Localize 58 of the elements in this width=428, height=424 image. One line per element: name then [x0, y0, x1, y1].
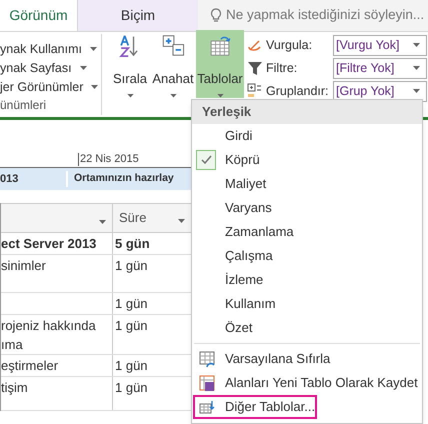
lightbulb-icon: [210, 8, 222, 23]
menu-item[interactable]: Köprü: [225, 150, 260, 170]
menu-item[interactable]: Varyans: [225, 198, 272, 218]
table-cell-text: 1 gün: [114, 257, 149, 275]
table-cell: tişim: [1, 377, 113, 410]
caret-icon: [126, 94, 134, 98]
caret-icon: [90, 47, 97, 52]
menu-item[interactable]: Girdi: [225, 126, 252, 146]
table-save-icon: [199, 374, 215, 392]
dropdown-field[interactable]: [Filtre Yok]: [333, 58, 427, 78]
field-label: Vurgula:: [266, 36, 314, 54]
menu-item[interactable]: Kullanım: [225, 294, 276, 314]
table-cell: sinimler: [1, 255, 113, 292]
menu-item[interactable]: Maliyet: [225, 174, 266, 194]
caret-icon: [413, 43, 420, 47]
menu-item[interactable]: Özet: [225, 318, 252, 338]
menu-item[interactable]: Zamanlama: [225, 222, 294, 242]
caret-icon: [91, 84, 98, 89]
group-icon: [247, 83, 263, 99]
table-cell: ect Server 2013: [1, 233, 113, 254]
filter-icon: [247, 60, 263, 76]
menu-header: Yerleşik: [192, 100, 422, 124]
timeline-date: 22 Nis 2015: [78, 153, 139, 166]
caret-icon: [413, 66, 420, 70]
table-cell: eştirmeler: [1, 355, 113, 376]
table-cell-text: 5 gün: [114, 235, 151, 253]
view-menu-item[interactable]: ynak Sayfası: [0, 58, 72, 78]
table-cell-text: 1 gün: [114, 357, 149, 375]
dropdown-field[interactable]: [Vurgu Yok]: [333, 34, 427, 56]
ribbon-tab[interactable]: Biçim: [78, 0, 198, 31]
table-cell-text: 1 gün: [114, 295, 149, 313]
view-menu-item[interactable]: ynak Kullanımı: [0, 40, 82, 59]
menu-item[interactable]: İzleme: [225, 270, 264, 290]
menu-item[interactable]: Varsayılana Sıfırla: [193, 347, 421, 371]
menu-item[interactable]: Alanları Yeni Tablo Olarak Kaydet: [193, 371, 421, 395]
table-reset-icon: [199, 350, 215, 368]
field-label: Filtre:: [266, 60, 298, 77]
search-field[interactable]: Ne yapmak istediğinizi söyleyin...: [226, 5, 424, 26]
sort-caret-icon: [178, 219, 185, 223]
timeline-text: Ortamınızın hazırlay: [66, 171, 174, 187]
caret-icon: [170, 94, 176, 98]
table-icon: [208, 34, 232, 57]
table-cell-text: 1 gün: [114, 317, 149, 335]
menu-item[interactable]: Diğer Tablolar...: [193, 395, 317, 419]
timeline-text: 013: [0, 172, 20, 187]
ribbon-button[interactable]: Sırala: [110, 30, 150, 98]
table-arrows-icon: [199, 398, 215, 416]
view-menu-item[interactable]: jer Görünümler: [0, 78, 84, 96]
group-label: ünümleri: [0, 97, 48, 114]
ribbon-button[interactable]: Tablolar: [196, 30, 244, 98]
caret-icon: [413, 89, 420, 93]
ribbon-button[interactable]: Anahat: [150, 30, 196, 98]
field-label: Gruplandır:: [266, 82, 330, 100]
table-cell-text: 1 gün: [114, 379, 149, 397]
sort-caret-icon: [99, 220, 106, 224]
ribbon-tab[interactable]: Görünüm: [0, 0, 78, 31]
menu-item[interactable]: Çalışma: [225, 246, 273, 266]
caret-icon: [80, 66, 87, 70]
